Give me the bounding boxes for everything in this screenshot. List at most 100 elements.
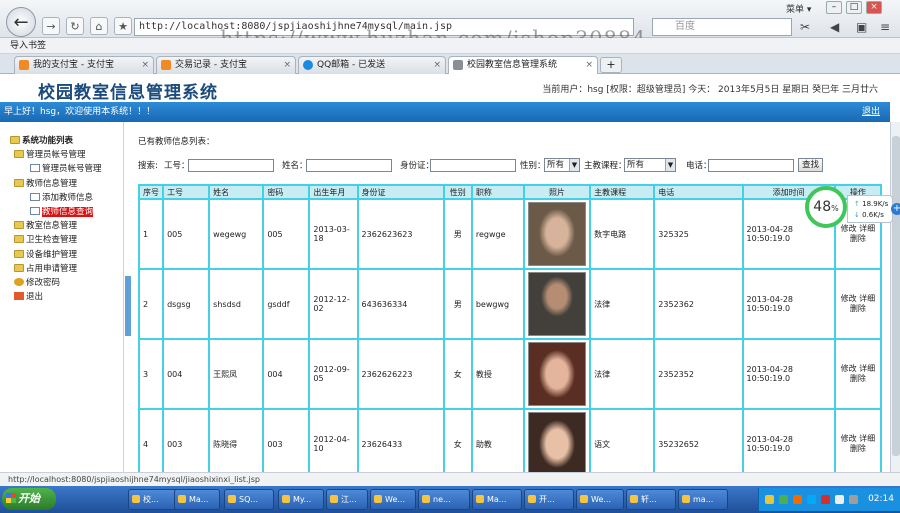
forward-button[interactable]: → xyxy=(42,17,60,35)
home-button[interactable]: ⌂ xyxy=(90,17,108,35)
tray-icon[interactable] xyxy=(821,495,830,504)
scissors-icon[interactable]: ✂ xyxy=(800,18,810,36)
edit-link[interactable]: 修改 xyxy=(841,364,857,373)
tab-alipay-records[interactable]: 交易记录 - 支付宝 × xyxy=(156,56,296,74)
detail-link[interactable]: 详细 xyxy=(859,364,875,373)
taskbar-item[interactable]: ne... xyxy=(418,489,470,510)
name-label: 姓名： xyxy=(282,161,308,171)
logout-link[interactable]: 退出 xyxy=(862,102,880,122)
start-button[interactable]: 开始 xyxy=(2,488,56,510)
sidebar-item-occupancy[interactable]: 占用申请管理 xyxy=(0,262,123,276)
taskbar-item[interactable]: Ma... xyxy=(174,489,220,510)
taskbar-item[interactable]: We... xyxy=(370,489,416,510)
sidebar-item-classroom-info[interactable]: 教室信息管理 xyxy=(0,219,123,233)
delete-link[interactable]: 删除 xyxy=(850,304,866,313)
cell-idcard: 2362626223 xyxy=(356,338,445,410)
close-icon[interactable]: × xyxy=(141,57,149,73)
menu-button[interactable]: 菜单 ▾ xyxy=(786,2,811,15)
teacher-photo[interactable] xyxy=(528,342,587,406)
close-window-button[interactable]: × xyxy=(866,1,882,14)
upload-speed: 18.9K/s xyxy=(862,200,889,208)
course-select[interactable]: 所有 ▼ xyxy=(624,158,676,172)
camera-icon[interactable]: ▣ xyxy=(856,18,867,36)
cell-id: 003 xyxy=(162,408,211,480)
app-icon xyxy=(330,495,338,503)
import-bookmarks-link[interactable]: 导入书签 xyxy=(10,41,46,51)
tab-alipay[interactable]: 我的支付宝 - 支付宝 × xyxy=(14,56,154,74)
taskbar-item[interactable]: My... xyxy=(278,489,324,510)
speaker-icon[interactable]: ◀ xyxy=(830,18,839,36)
tab-qqmail[interactable]: QQ邮箱 - 已发送 × xyxy=(298,56,446,74)
sidebar-toggle[interactable] xyxy=(125,276,131,336)
taskbar-item[interactable]: We... xyxy=(576,489,624,510)
chevron-down-icon: ▼ xyxy=(569,159,579,171)
tray-icon[interactable] xyxy=(793,495,802,504)
app-icon xyxy=(374,495,382,503)
tab-strip: 我的支付宝 - 支付宝 × 交易记录 - 支付宝 × QQ邮箱 - 已发送 × 校园教… xyxy=(0,54,900,74)
close-icon[interactable]: × xyxy=(283,57,291,73)
cell-id: 005 xyxy=(162,198,211,270)
gonghao-input[interactable] xyxy=(188,159,274,172)
minimize-button[interactable]: – xyxy=(826,1,842,14)
detail-link[interactable]: 详细 xyxy=(859,434,875,443)
taskbar-item[interactable]: ma... xyxy=(678,489,728,510)
plus-icon[interactable]: + xyxy=(891,203,900,215)
sidebar-item-add-teacher[interactable]: 添加教师信息 xyxy=(0,191,123,205)
teacher-photo[interactable] xyxy=(528,202,587,266)
maximize-button[interactable]: □ xyxy=(846,1,862,14)
scrollbar-thumb[interactable] xyxy=(892,136,900,456)
sidebar-item-exit[interactable]: 退出 xyxy=(0,290,123,304)
refresh-button[interactable]: ↻ xyxy=(66,17,84,35)
sidebar-item-admin-accounts[interactable]: 管理员帐号管理 xyxy=(0,148,123,162)
gender-select[interactable]: 所有 ▼ xyxy=(544,158,580,172)
teacher-photo[interactable] xyxy=(528,272,587,336)
sidebar-item-admin-accounts-manage[interactable]: 管理员帐号管理 xyxy=(0,162,123,176)
taskbar-item[interactable]: SQ... xyxy=(224,489,274,510)
speaker-icon[interactable] xyxy=(835,495,844,504)
delete-link[interactable]: 删除 xyxy=(850,374,866,383)
sidebar-item-hygiene-check[interactable]: 卫生检查管理 xyxy=(0,233,123,247)
sidebar-item-change-password[interactable]: 修改密码 xyxy=(0,276,123,290)
menu-icon[interactable]: ≡ xyxy=(880,18,890,36)
tray-icon[interactable] xyxy=(779,495,788,504)
network-usage-gauge: 48% xyxy=(805,186,847,228)
tray-icon[interactable] xyxy=(765,495,774,504)
tab-campus-system[interactable]: 校园教室信息管理系统 × xyxy=(448,56,598,74)
close-icon[interactable]: × xyxy=(433,57,441,73)
sidebar-item-query-teacher[interactable]: 教师信息查询 xyxy=(0,205,123,219)
cell-index: 4 xyxy=(137,408,165,480)
detail-link[interactable]: 详细 xyxy=(859,294,875,303)
taskbar-item[interactable]: Ma... xyxy=(472,489,522,510)
sidebar-item-function-list[interactable]: 系统功能列表 xyxy=(0,134,123,148)
delete-link[interactable]: 删除 xyxy=(850,444,866,453)
close-icon[interactable]: × xyxy=(585,57,593,73)
network-speed-widget[interactable]: 48% ↑ 18.9K/s ↓ 0.6K/s + xyxy=(805,186,900,236)
taskbar-item[interactable]: 开... xyxy=(524,489,574,510)
name-input[interactable] xyxy=(306,159,392,172)
cell-name: 陈晓得 xyxy=(208,408,265,480)
sidebar-item-equipment[interactable]: 设备维护管理 xyxy=(0,248,123,262)
new-tab-button[interactable]: + xyxy=(600,57,622,73)
clock[interactable]: 02:14 xyxy=(868,488,894,511)
teacher-photo[interactable] xyxy=(528,412,587,476)
gender-label: 性别： xyxy=(520,161,546,171)
phone-input[interactable] xyxy=(708,159,794,172)
page-scrollbar[interactable] xyxy=(890,122,900,472)
idcard-input[interactable] xyxy=(430,159,516,172)
search-input[interactable]: 百度 xyxy=(652,18,792,36)
edit-link[interactable]: 修改 xyxy=(841,434,857,443)
address-bar[interactable]: http://localhost:8080/jspjiaoshijhne74my… xyxy=(134,18,634,36)
back-button[interactable]: ← xyxy=(6,7,36,37)
search-button[interactable]: 查找 xyxy=(798,158,824,172)
network-icon[interactable] xyxy=(849,495,858,504)
favorite-button[interactable]: ★ xyxy=(114,17,132,35)
tray-icon[interactable] xyxy=(807,495,816,504)
taskbar-item[interactable]: 轩... xyxy=(626,489,676,510)
cell-photo xyxy=(522,268,592,340)
doc-icon xyxy=(30,206,40,215)
col-header: 序号 xyxy=(137,184,165,200)
taskbar-item[interactable]: 江... xyxy=(326,489,368,510)
cell-id: 004 xyxy=(162,338,211,410)
sidebar-item-teacher-info[interactable]: 教师信息管理 xyxy=(0,177,123,191)
edit-link[interactable]: 修改 xyxy=(841,294,857,303)
